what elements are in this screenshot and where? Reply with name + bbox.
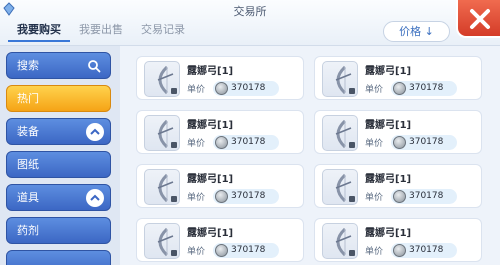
listing-card[interactable]: 露娜弓[1] 单价 370178 bbox=[314, 56, 482, 100]
price-value: 370178 bbox=[231, 83, 266, 93]
price-label: 单价 bbox=[365, 193, 384, 203]
price-value: 370178 bbox=[409, 137, 444, 147]
tab-sell[interactable]: 我要出售 bbox=[70, 22, 132, 42]
sidebar-item-potion[interactable]: 药剂 bbox=[6, 217, 111, 244]
item-name: 露娜弓[1] bbox=[365, 66, 412, 77]
sidebar-item-search[interactable]: 搜索 bbox=[6, 52, 111, 79]
item-name: 露娜弓[1] bbox=[365, 120, 412, 131]
tab-buy[interactable]: 我要购买 bbox=[8, 22, 70, 42]
bow-icon bbox=[144, 61, 180, 97]
close-icon bbox=[470, 9, 490, 29]
price-label: 单价 bbox=[187, 193, 206, 203]
page-title: 交易所 bbox=[233, 5, 267, 18]
bow-icon bbox=[144, 169, 180, 205]
tab-history[interactable]: 交易记录 bbox=[132, 22, 194, 42]
listing-grid: 露娜弓[1] 单价 370178 露娜弓[1] 单价 370178 露娜弓[1]… bbox=[120, 46, 500, 265]
sidebar-item-label: 装备 bbox=[17, 125, 39, 138]
price-label: 单价 bbox=[187, 85, 206, 95]
coin-icon bbox=[215, 136, 228, 149]
coin-icon bbox=[393, 82, 406, 95]
bow-icon bbox=[322, 115, 358, 151]
coin-icon bbox=[215, 244, 228, 257]
sidebar-item-label: 图纸 bbox=[17, 158, 39, 171]
close-button[interactable] bbox=[456, 0, 500, 38]
listing-card[interactable]: 露娜弓[1] 单价 370178 bbox=[136, 218, 304, 262]
tab-bar: 我要购买 我要出售 交易记录 bbox=[8, 22, 194, 42]
listing-card[interactable]: 露娜弓[1] 单价 370178 bbox=[136, 56, 304, 100]
chevron-up-icon bbox=[86, 189, 104, 207]
price-value: 370178 bbox=[409, 245, 444, 255]
coin-icon bbox=[393, 244, 406, 257]
listing-card[interactable]: 露娜弓[1] 单价 370178 bbox=[136, 110, 304, 154]
chevron-up-icon bbox=[86, 123, 104, 141]
sidebar-item-label: 药剂 bbox=[17, 224, 39, 237]
price-label: 单价 bbox=[365, 247, 384, 257]
listing-card[interactable]: 露娜弓[1] 单价 370178 bbox=[314, 218, 482, 262]
bow-icon bbox=[322, 61, 358, 97]
coin-icon bbox=[215, 190, 228, 203]
item-name: 露娜弓[1] bbox=[187, 120, 234, 131]
category-sidebar: 搜索 热门 装备 图纸 道具 药剂 bbox=[0, 46, 120, 265]
coin-icon bbox=[215, 82, 228, 95]
search-icon bbox=[88, 60, 101, 73]
price-label: 单价 bbox=[187, 247, 206, 257]
listing-card[interactable]: 露娜弓[1] 单价 370178 bbox=[314, 164, 482, 208]
price-label: 单价 bbox=[365, 85, 384, 95]
sort-by-price-button[interactable]: 价格 ↓ bbox=[383, 21, 450, 42]
price-value: 370178 bbox=[231, 245, 266, 255]
sidebar-item-props[interactable]: 道具 bbox=[6, 184, 111, 211]
item-name: 露娜弓[1] bbox=[365, 228, 412, 239]
price-value: 370178 bbox=[231, 191, 266, 201]
bow-icon bbox=[144, 223, 180, 259]
bow-icon bbox=[322, 169, 358, 205]
sidebar-item-label: 道具 bbox=[17, 191, 39, 204]
price-value: 370178 bbox=[231, 137, 266, 147]
item-name: 露娜弓[1] bbox=[187, 174, 234, 185]
header-bar: 交易所 我要购买 我要出售 交易记录 价格 ↓ bbox=[0, 0, 500, 46]
coin-icon bbox=[393, 136, 406, 149]
sidebar-item-hot[interactable]: 热门 bbox=[6, 85, 111, 112]
item-name: 露娜弓[1] bbox=[365, 174, 412, 185]
sidebar-item-label: 搜索 bbox=[17, 59, 39, 72]
item-name: 露娜弓[1] bbox=[187, 228, 234, 239]
listing-card[interactable]: 露娜弓[1] 单价 370178 bbox=[314, 110, 482, 154]
price-value: 370178 bbox=[409, 191, 444, 201]
price-value: 370178 bbox=[409, 83, 444, 93]
sidebar-item-blueprint[interactable]: 图纸 bbox=[6, 151, 111, 178]
sidebar-item-equipment[interactable]: 装备 bbox=[6, 118, 111, 145]
listing-card[interactable]: 露娜弓[1] 单价 370178 bbox=[136, 164, 304, 208]
item-name: 露娜弓[1] bbox=[187, 66, 234, 77]
bow-icon bbox=[144, 115, 180, 151]
sidebar-item-more[interactable] bbox=[6, 250, 111, 265]
bow-icon bbox=[322, 223, 358, 259]
sidebar-item-label: 热门 bbox=[17, 92, 39, 105]
coin-icon bbox=[393, 190, 406, 203]
price-label: 单价 bbox=[365, 139, 384, 149]
price-label: 单价 bbox=[187, 139, 206, 149]
